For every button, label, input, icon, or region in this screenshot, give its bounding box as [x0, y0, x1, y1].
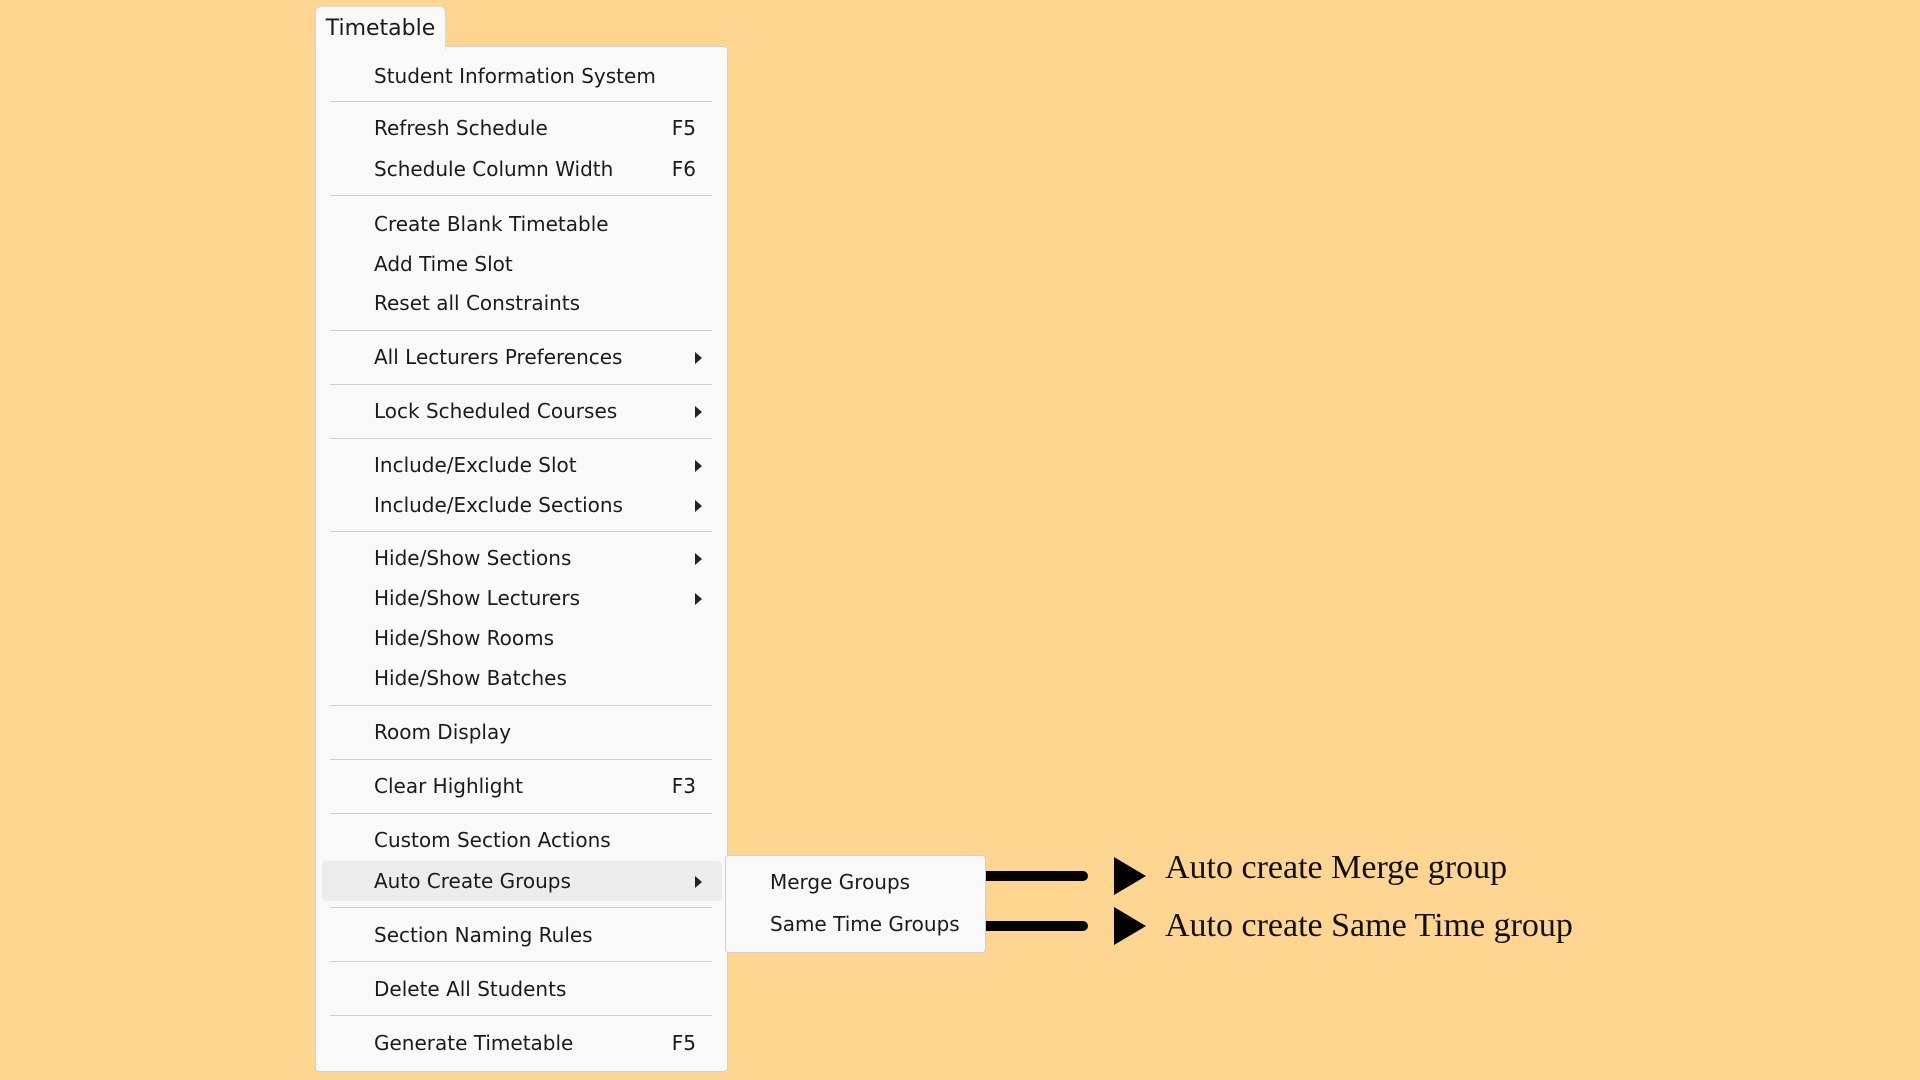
- shortcut-label: F3: [671, 774, 696, 798]
- menu-item-label: Include/Exclude Slot: [374, 453, 577, 477]
- menu-item-label: Custom Section Actions: [374, 828, 611, 852]
- menu-item-label: Hide/Show Rooms: [374, 626, 555, 650]
- menu-separator: [330, 438, 712, 439]
- menu-item-lock-scheduled-courses[interactable]: Lock Scheduled Courses: [316, 391, 727, 431]
- menu-item-label: Generate Timetable: [374, 1031, 574, 1055]
- menu-separator: [330, 705, 712, 706]
- shortcut-label: F5: [671, 116, 696, 140]
- menu-separator: [330, 813, 712, 814]
- submenu-arrow-icon: [695, 352, 702, 364]
- menu-item-delete-all-students[interactable]: Delete All Students: [316, 969, 727, 1009]
- menu-item-section-naming-rules[interactable]: Section Naming Rules: [316, 915, 727, 955]
- menu-item-add-time-slot[interactable]: Add Time Slot: [316, 244, 727, 284]
- menu-separator: [330, 330, 712, 331]
- menu-item-clear-highlight[interactable]: Clear Highlight F3: [316, 766, 727, 806]
- menu-item-label: Section Naming Rules: [374, 923, 593, 947]
- menu-item-label: Include/Exclude Sections: [374, 493, 623, 517]
- submenu-arrow-icon: [695, 876, 702, 888]
- menu-item-all-lecturers-preferences[interactable]: All Lecturers Preferences: [316, 337, 727, 377]
- menu-item-label: Create Blank Timetable: [374, 212, 609, 236]
- menu-separator: [330, 1015, 712, 1016]
- arrow-right-icon: [1114, 857, 1146, 895]
- menu-item-label: Delete All Students: [374, 977, 567, 1001]
- menu-separator: [330, 961, 712, 962]
- menu-item-auto-create-groups[interactable]: Auto Create Groups: [322, 861, 722, 901]
- menu-item-create-blank-timetable[interactable]: Create Blank Timetable: [316, 204, 727, 244]
- menu-item-label: Schedule Column Width: [374, 157, 614, 181]
- menu-separator: [330, 531, 712, 532]
- menu-item-schedule-column-width[interactable]: Schedule Column Width F6: [316, 149, 727, 189]
- annotation-arrow-line: [970, 921, 1088, 931]
- menu-tab-timetable[interactable]: Timetable: [315, 6, 446, 49]
- submenu-item-same-time-groups[interactable]: Same Time Groups: [770, 904, 960, 944]
- menu-item-label: Auto Create Groups: [374, 869, 571, 893]
- submenu-arrow-icon: [695, 406, 702, 418]
- submenu-arrow-icon: [695, 460, 702, 472]
- menu-item-label: Hide/Show Lecturers: [374, 586, 580, 610]
- menu-separator: [330, 759, 712, 760]
- menu-item-label: Refresh Schedule: [374, 116, 548, 140]
- timetable-menu: Student Information System Refresh Sched…: [315, 46, 728, 1072]
- shortcut-label: F6: [671, 157, 696, 181]
- menu-item-generate-timetable[interactable]: Generate Timetable F5: [316, 1023, 727, 1063]
- menu-item-custom-section-actions[interactable]: Custom Section Actions: [316, 820, 727, 860]
- menu-item-refresh-schedule[interactable]: Refresh Schedule F5: [316, 108, 727, 148]
- menu-item-include-exclude-slot[interactable]: Include/Exclude Slot: [316, 445, 727, 485]
- submenu-arrow-icon: [695, 500, 702, 512]
- submenu-item-merge-groups[interactable]: Merge Groups: [770, 862, 910, 902]
- annotation-merge-group: Auto create Merge group: [1165, 849, 1508, 886]
- menu-item-label: Reset all Constraints: [374, 291, 581, 315]
- menu-item-label: Clear Highlight: [374, 774, 523, 798]
- auto-create-groups-submenu: Merge Groups Same Time Groups: [725, 855, 986, 953]
- arrow-right-icon: [1114, 907, 1146, 945]
- menu-item-hide-show-batches[interactable]: Hide/Show Batches: [316, 658, 727, 698]
- submenu-arrow-icon: [695, 593, 702, 605]
- menu-separator: [330, 101, 712, 102]
- menu-item-room-display[interactable]: Room Display: [316, 712, 727, 752]
- menu-item-label: Lock Scheduled Courses: [374, 399, 618, 423]
- menu-item-hide-show-sections[interactable]: Hide/Show Sections: [316, 538, 727, 578]
- menu-item-label: Hide/Show Sections: [374, 546, 572, 570]
- menu-item-reset-all-constraints[interactable]: Reset all Constraints: [316, 283, 727, 323]
- menu-item-label: Room Display: [374, 720, 512, 744]
- shortcut-label: F5: [671, 1031, 696, 1055]
- menu-item-label: All Lecturers Preferences: [374, 345, 623, 369]
- menu-item-label: Hide/Show Batches: [374, 666, 567, 690]
- submenu-arrow-icon: [695, 553, 702, 565]
- menu-item-label: Student Information System: [374, 64, 656, 88]
- annotation-same-time-group: Auto create Same Time group: [1165, 907, 1573, 944]
- menu-item-hide-show-lecturers[interactable]: Hide/Show Lecturers: [316, 578, 727, 618]
- menu-item-label: Add Time Slot: [374, 252, 513, 276]
- menu-separator: [330, 907, 712, 908]
- menu-item-student-information-system[interactable]: Student Information System: [316, 56, 727, 96]
- annotation-arrow-line: [970, 871, 1088, 881]
- menu-separator: [330, 384, 712, 385]
- menu-separator: [330, 195, 712, 196]
- menu-item-include-exclude-sections[interactable]: Include/Exclude Sections: [316, 485, 727, 525]
- menu-item-hide-show-rooms[interactable]: Hide/Show Rooms: [316, 618, 727, 658]
